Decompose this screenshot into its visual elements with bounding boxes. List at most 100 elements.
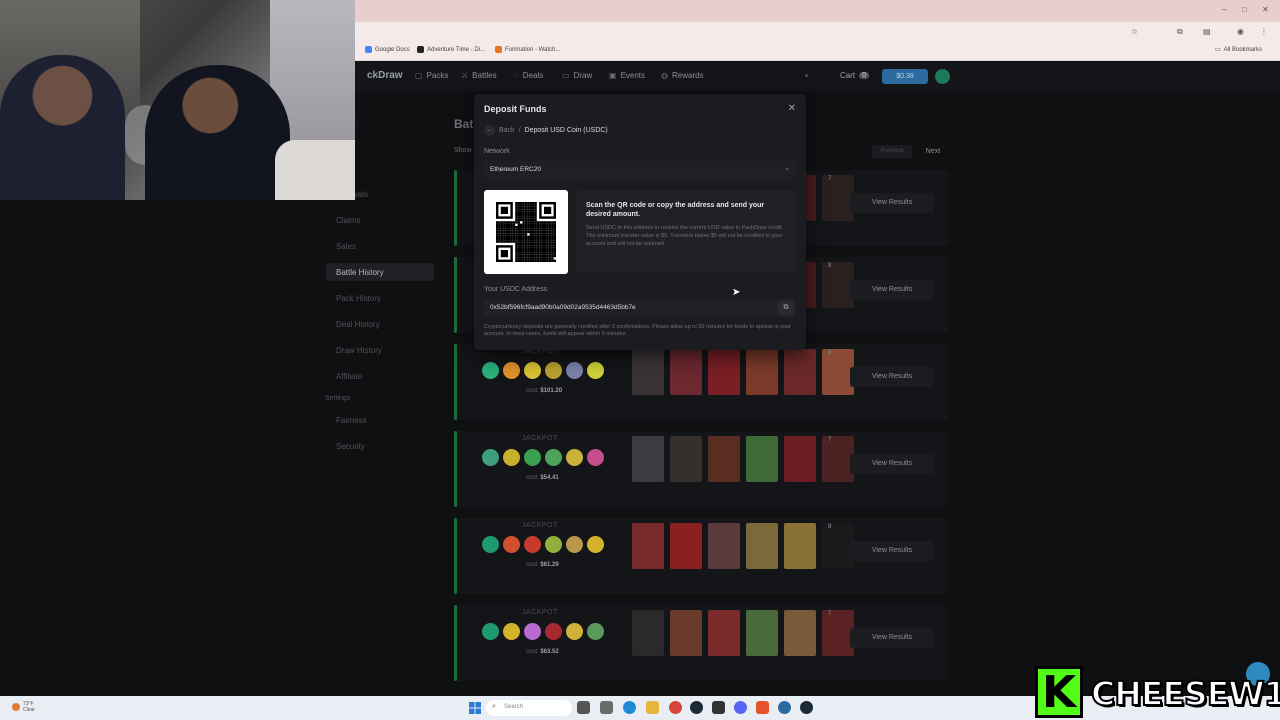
nav-deals[interactable]: ◌ Deals (514, 71, 543, 80)
bookmark-label: Google Docs (375, 46, 410, 53)
battle-cost: cost: $63.52 (526, 649, 559, 655)
discord-icon[interactable] (734, 701, 747, 714)
row-accent (454, 431, 457, 507)
profile-icon[interactable]: ◉ (1237, 27, 1244, 36)
balance-button[interactable]: $0.38 (882, 69, 928, 84)
bookmark-label: Funmation - Watch... (505, 46, 561, 53)
page-title: Bat (454, 117, 474, 131)
close-window-icon[interactable]: ✕ (1262, 5, 1269, 14)
close-icon[interactable]: ✕ (788, 103, 796, 114)
cart-label: Cart (840, 71, 856, 80)
jackpot-label: JACKPOT (522, 435, 558, 442)
network-select[interactable]: Ethereum ERC20 ⌄ (484, 161, 796, 179)
sidebar-item-claims[interactable]: Claims (336, 216, 360, 225)
app-icon[interactable] (778, 701, 791, 714)
card-thumbnail (746, 610, 778, 656)
nav-draw[interactable]: ▭ Draw (562, 71, 592, 80)
bookmark-favicon-icon (417, 46, 424, 53)
card-strip (632, 436, 854, 482)
card-thumbnail (708, 349, 740, 395)
brave-icon[interactable] (756, 701, 769, 714)
sidebar-item-battle-history[interactable]: Battle History (336, 268, 384, 277)
card-thumbnail (632, 523, 664, 569)
view-results-button[interactable]: View Results (850, 193, 934, 213)
nav-events[interactable]: ▣ Events (609, 71, 645, 80)
site-logo[interactable]: ckDraw (367, 70, 403, 81)
view-results-button[interactable]: View Results (850, 628, 934, 648)
bookmark-item[interactable]: Google Docs (365, 46, 410, 53)
task-view-icon[interactable] (577, 701, 590, 714)
bookmark-item[interactable]: Adventure Time - Di... (417, 46, 485, 53)
taskbar-search[interactable]: ⌕ Search (486, 700, 572, 716)
steam-icon[interactable] (690, 701, 703, 714)
qr-heading: Scan the QR code or copy the address and… (586, 202, 765, 218)
player-avatar (524, 623, 541, 640)
edge-icon[interactable] (623, 701, 636, 714)
star-icon[interactable]: ☆ (1131, 27, 1138, 36)
sidebar-item-affiliate[interactable]: Affiliate (336, 372, 362, 381)
file-explorer-icon[interactable] (646, 701, 659, 714)
view-results-button[interactable]: View Results (850, 280, 934, 300)
back-arrow-icon[interactable]: ← (484, 125, 495, 136)
next-button[interactable]: Next (918, 145, 948, 158)
card-thumbnail (746, 349, 778, 395)
address-field[interactable]: 0x52bf596fcf9aad90b0a09d02a9535d4463d5bb… (484, 299, 796, 317)
jackpot-label: JACKPOT (522, 609, 558, 616)
nav-battles[interactable]: ⚔ Battles (461, 71, 497, 80)
player-avatar (482, 362, 499, 379)
extensions-icon[interactable]: ⧉ (1177, 27, 1183, 37)
sidebar-item-deal-history[interactable]: Deal History (336, 320, 380, 329)
previous-button[interactable]: Previous (872, 145, 912, 158)
view-results-button[interactable]: View Results (850, 541, 934, 561)
taskbar-search-placeholder: Search (504, 704, 524, 710)
bookmark-item[interactable]: Funmation - Watch... (495, 46, 560, 53)
qr-description: Send USDC to this address to receive the… (586, 225, 784, 247)
player-avatar (503, 623, 520, 640)
sidebar-item-draw-history[interactable]: Draw History (336, 346, 382, 355)
pack-icon: ▢ (415, 71, 423, 80)
nav-packs[interactable]: ▢ Packs (415, 71, 448, 80)
address-value: 0x52bf596fcf9aad90b0a09d02a9535d4463d5bb… (490, 304, 636, 311)
weather-widget[interactable]: 73°F Clear (12, 701, 35, 713)
sidebar-icon[interactable]: ▤ (1203, 27, 1211, 36)
card-thumbnail (784, 349, 816, 395)
minimize-icon[interactable]: – (1222, 5, 1226, 14)
card-thumbnail (670, 436, 702, 482)
sound-icon[interactable]: 🔈︎ (805, 71, 810, 81)
player-avatar (503, 449, 520, 466)
bookmarks-bar: Google Docs Adventure Time - Di... Funma… (355, 42, 1280, 61)
app-icon[interactable] (600, 701, 613, 714)
nav-label: Packs (426, 71, 449, 80)
card-thumbnail (784, 436, 816, 482)
site-navigation: ckDraw ▢ Packs ⚔ Battles ◌ Deals ▭ Draw ▣ Eve… (355, 61, 1280, 91)
card-count: 7 (828, 176, 832, 182)
menu-icon[interactable]: ⋮ (1260, 27, 1268, 36)
events-icon: ▣ (609, 71, 617, 80)
cart-button[interactable]: Cart 0 (840, 71, 870, 80)
all-bookmarks[interactable]: ▭ All Bookmarks (1215, 46, 1262, 54)
card-count: 8 (828, 263, 832, 269)
address-bar[interactable]: ☆ ⧉ ▤ ◉ ⋮ (355, 22, 1280, 42)
player-avatar (545, 536, 562, 553)
back-link[interactable]: Back (499, 127, 515, 134)
player-avatar (587, 449, 604, 466)
nav-rewards[interactable]: ◍ Rewards (661, 71, 704, 80)
sidebar-item-pack-history[interactable]: Pack History (336, 294, 381, 303)
view-results-button[interactable]: View Results (850, 367, 934, 387)
windows-start-icon[interactable] (468, 701, 482, 715)
sidebar-item-security[interactable]: Security (336, 442, 365, 451)
steam-icon[interactable] (800, 701, 813, 714)
sidebar-item-sales[interactable]: Sales (336, 242, 356, 251)
sidebar-settings-header: Settings (325, 395, 351, 402)
chrome-icon[interactable] (669, 701, 682, 714)
copy-icon[interactable]: ⧉ (778, 301, 794, 315)
avatar[interactable] (935, 69, 950, 84)
nav-label: Deals (522, 71, 544, 80)
view-results-button[interactable]: View Results (850, 454, 934, 474)
battle-cost-value: $63.52 (540, 649, 559, 655)
maximize-icon[interactable]: □ (1242, 5, 1247, 14)
card-thumbnail (670, 523, 702, 569)
app-icon[interactable] (712, 701, 725, 714)
sidebar-item-fairness[interactable]: Fairness (336, 416, 367, 425)
card-count: 7 (828, 611, 832, 617)
